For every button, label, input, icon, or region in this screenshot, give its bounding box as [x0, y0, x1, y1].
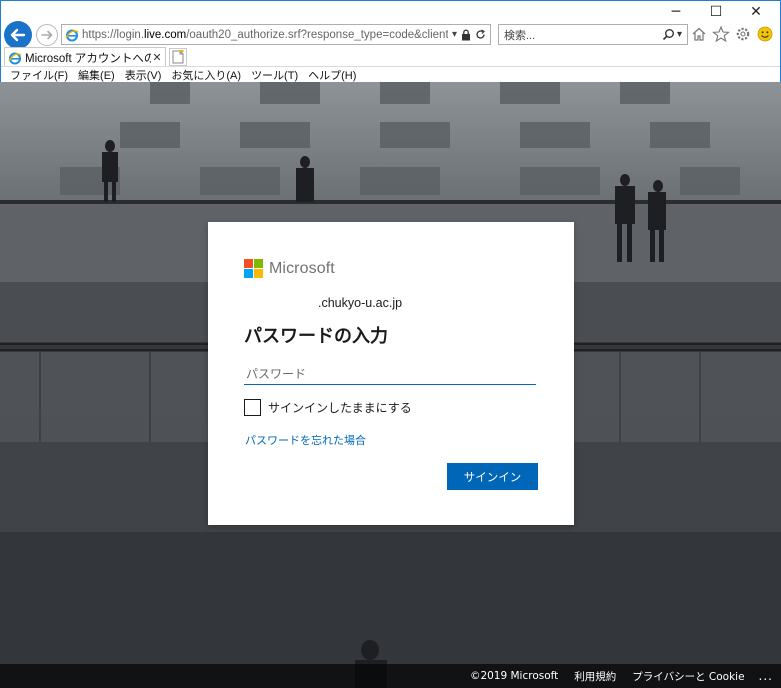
search-placeholder: 検索...: [504, 29, 536, 42]
account-email[interactable]: .chukyo-u.ac.jp: [318, 296, 402, 310]
page-content: Microsoft .chukyo-u.ac.jp パスワードの入力 サインイン…: [0, 82, 781, 688]
address-bar[interactable]: https://login.live.com/oauth20_authorize…: [61, 24, 491, 45]
logo-square-blue: [244, 269, 253, 278]
address-bar-icons: ▾: [448, 29, 490, 41]
logo-square-yellow: [254, 269, 263, 278]
logo-square-green: [254, 259, 263, 268]
window-controls: ─ ☐ ✕: [656, 3, 776, 21]
page-title: パスワードの入力: [244, 326, 388, 347]
menu-edit[interactable]: 編集(E): [73, 67, 120, 83]
microsoft-squares-icon: [244, 259, 263, 278]
new-tab-icon: [172, 50, 184, 64]
tab-active[interactable]: Microsoft アカウントへのサイン... ✕: [4, 47, 166, 67]
favorites-star-icon[interactable]: [712, 25, 730, 43]
microsoft-wordmark: Microsoft: [269, 259, 335, 277]
navigation-row: https://login.live.com/oauth20_authorize…: [1, 21, 780, 49]
minimize-button[interactable]: ─: [656, 3, 696, 21]
back-button[interactable]: [4, 21, 32, 49]
tab-row: Microsoft アカウントへのサイン... ✕: [1, 47, 780, 67]
search-box[interactable]: 検索... ▾: [498, 24, 688, 45]
tab-ie-icon: [8, 52, 22, 64]
new-tab-button[interactable]: [169, 48, 187, 66]
smiley-feedback-icon[interactable]: [756, 25, 774, 43]
home-icon[interactable]: [690, 25, 708, 43]
lock-icon[interactable]: [461, 29, 471, 41]
search-icons: ▾: [662, 28, 687, 41]
menu-view[interactable]: 表示(V): [120, 67, 167, 83]
back-arrow-icon: [10, 28, 26, 42]
search-icon[interactable]: [662, 28, 675, 41]
keep-signed-in-label[interactable]: サインインしたままにする: [268, 399, 412, 416]
footer: ©2019 Microsoft 利用規約 プライバシーと Cookie ...: [0, 664, 781, 688]
footer-terms-link[interactable]: 利用規約: [574, 669, 616, 684]
gear-icon[interactable]: [734, 25, 752, 43]
toolbar-icons: [690, 25, 774, 43]
footer-copyright: ©2019 Microsoft: [469, 670, 559, 682]
keep-signed-in-row[interactable]: サインインしたままにする: [244, 399, 412, 416]
tab-title: Microsoft アカウントへのサイン...: [25, 52, 151, 65]
url-text: https://login.live.com/oauth20_authorize…: [82, 28, 448, 41]
browser-chrome: ─ ☐ ✕ https://login.live.com/oauth20_aut…: [0, 0, 781, 82]
login-card: Microsoft .chukyo-u.ac.jp パスワードの入力 サインイン…: [208, 222, 574, 525]
refresh-icon[interactable]: [475, 29, 486, 40]
menu-help[interactable]: ヘルプ(H): [303, 67, 361, 83]
ie-logo-icon: [65, 29, 79, 41]
dropdown-arrow-icon[interactable]: ▾: [452, 29, 457, 40]
logo-square-red: [244, 259, 253, 268]
menu-favorites[interactable]: お気に入り(A): [166, 67, 246, 83]
maximize-button[interactable]: ☐: [696, 3, 736, 21]
menu-tools[interactable]: ツール(T): [246, 67, 303, 83]
footer-privacy-link[interactable]: プライバシーと Cookie: [632, 669, 744, 684]
forward-arrow-icon: [41, 30, 53, 40]
microsoft-logo: Microsoft: [244, 259, 335, 278]
forgot-password-link[interactable]: パスワードを忘れた場合: [245, 432, 366, 448]
search-dropdown-icon[interactable]: ▾: [677, 29, 682, 40]
keep-signed-in-checkbox[interactable]: [244, 399, 261, 416]
password-field[interactable]: [244, 364, 536, 385]
menu-file[interactable]: ファイル(F): [5, 67, 73, 83]
forward-button[interactable]: [36, 24, 58, 46]
close-window-button[interactable]: ✕: [736, 3, 776, 21]
footer-more-icon[interactable]: ...: [759, 669, 773, 683]
signin-button[interactable]: サインイン: [447, 463, 538, 490]
menu-bar: ファイル(F) 編集(E) 表示(V) お気に入り(A) ツール(T) ヘルプ(…: [1, 66, 780, 83]
tab-close-icon[interactable]: ✕: [151, 51, 163, 64]
